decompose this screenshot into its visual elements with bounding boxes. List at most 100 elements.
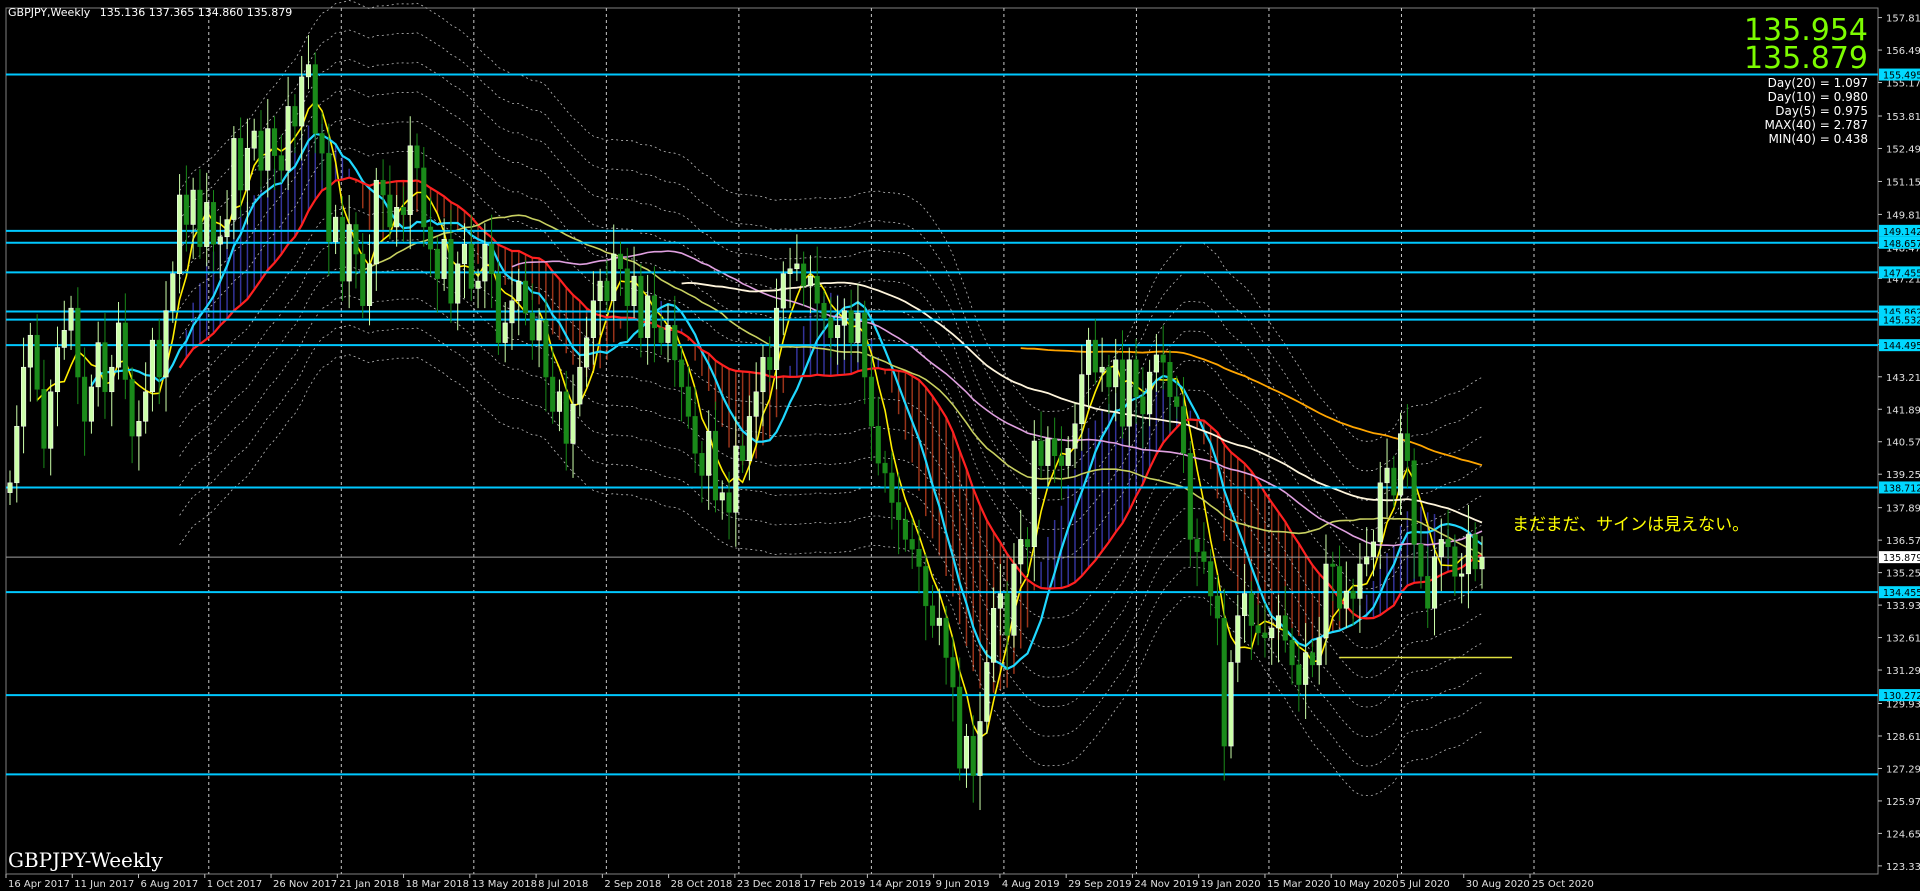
price-chart[interactable]: 157.810156.490155.170153.810152.490151.1… [0, 0, 1920, 891]
candle-bear [489, 243, 495, 274]
candle-bull [1147, 371, 1153, 415]
candle-bull [509, 300, 515, 324]
candle-bear [651, 295, 657, 329]
candle-bull [1384, 467, 1390, 484]
symbol-watermark: GBPJPY-Weekly [8, 848, 163, 872]
candle-bull [231, 138, 237, 220]
level-price-tag-label: 144.495 [1883, 341, 1920, 352]
stat-day10: Day(10) = 0.980 [1767, 90, 1868, 104]
candle-bear [1330, 563, 1336, 567]
candle-bear [122, 322, 128, 380]
time-tick-label: 16 Apr 2017 [8, 879, 70, 890]
candle-bear [400, 207, 406, 215]
candle-bull [1086, 339, 1092, 375]
candle-bear [767, 357, 773, 370]
candle-bear [380, 179, 386, 196]
candle-bear [692, 416, 698, 454]
time-tick-label: 14 Apr 2019 [869, 879, 931, 890]
ichimoku-cloud [185, 123, 1483, 695]
candle-bull [7, 482, 13, 493]
candle-bear [272, 128, 278, 156]
candle-bear [550, 376, 556, 412]
candle-bear [604, 280, 610, 302]
candle-bull [1153, 354, 1159, 373]
price-tick-label: 124.650 [1886, 829, 1920, 840]
candle-bull [936, 617, 942, 626]
candle-bear [699, 453, 705, 476]
candle-bear [387, 194, 393, 228]
candle-bull [217, 236, 223, 245]
price-tick-label: 136.570 [1886, 536, 1920, 547]
candle-bull [963, 735, 970, 769]
price-tick-label: 132.610 [1886, 634, 1920, 645]
time-tick-label: 4 Aug 2019 [1002, 879, 1060, 890]
candle-bear [875, 425, 881, 464]
candle-bear [468, 243, 474, 289]
time-tick-label: 24 Nov 2019 [1134, 879, 1198, 890]
candle-bull [1228, 662, 1234, 747]
candle-bear [1180, 406, 1187, 454]
candle-bull [746, 416, 752, 461]
candle-bull [502, 322, 508, 343]
candle-bear [638, 275, 644, 338]
time-tick-label: 18 Mar 2018 [406, 879, 469, 890]
time-tick-label: 9 Jun 2019 [936, 879, 990, 890]
candle-bull [984, 662, 990, 722]
candle-bull [109, 366, 115, 393]
time-tick-label: 19 Jan 2020 [1201, 879, 1261, 890]
current-price-tag-label: 135.879 [1883, 553, 1920, 564]
level-price-tag-label: 148.657 [1883, 239, 1920, 250]
candle-bull [536, 320, 542, 341]
candle-bull [285, 106, 291, 171]
candle-bull [143, 391, 149, 422]
price-tick-label: 149.810 [1886, 210, 1920, 221]
candle-bear [1452, 546, 1458, 577]
candle-bear [957, 686, 963, 769]
candle-bull [1465, 534, 1471, 575]
time-tick-label: 6 Aug 2017 [141, 879, 199, 890]
candle-bull [1018, 539, 1024, 565]
ma-75-pink [511, 250, 1483, 547]
price-tick-label: 141.890 [1886, 405, 1920, 416]
price-tick-label: 151.150 [1886, 177, 1920, 188]
candle-bull [373, 179, 379, 265]
candle-bear [896, 502, 902, 520]
candle-bear [1248, 593, 1254, 626]
candle-bull [1079, 374, 1085, 425]
price-tick-label: 127.290 [1886, 764, 1920, 775]
candle-bear [1119, 359, 1126, 427]
candle-bear [1296, 664, 1302, 685]
price-tick-label: 139.250 [1886, 470, 1920, 481]
envelope-band-lower [179, 324, 1483, 767]
candle-bull [61, 330, 67, 348]
candle-bear [421, 167, 427, 228]
level-price-tag-label: 134.455 [1883, 588, 1920, 599]
candle-bear [1058, 455, 1064, 466]
time-tick-label: 21 Jan 2018 [339, 879, 399, 890]
candle-bear [1255, 625, 1261, 634]
candle-bull [570, 403, 576, 444]
candle-bull [855, 312, 861, 343]
candle-bull [1275, 615, 1282, 629]
candle-bear [1187, 453, 1193, 540]
candle-bull [346, 224, 352, 282]
candle-bull [1242, 593, 1248, 616]
candle-bull [1377, 482, 1383, 543]
candle-bear [1208, 561, 1214, 597]
candle-bull [611, 253, 617, 302]
stat-min40: MIN(40) = 0.438 [1768, 132, 1868, 146]
candle-bear [1404, 433, 1410, 461]
candle-bull [68, 307, 74, 331]
candle-bull [1479, 556, 1485, 570]
candle-bull [1438, 539, 1444, 557]
candle-bear [41, 389, 47, 449]
candle-bear [868, 376, 875, 427]
candle-bear [156, 339, 162, 378]
candle-bear [360, 253, 366, 306]
candle-bear [1425, 576, 1431, 609]
candle-bull [733, 445, 739, 513]
candle-bull [1398, 433, 1404, 496]
candle-bear [1336, 566, 1343, 609]
candle-bull [1364, 556, 1370, 565]
time-tick-label: 17 Feb 2019 [803, 879, 865, 890]
